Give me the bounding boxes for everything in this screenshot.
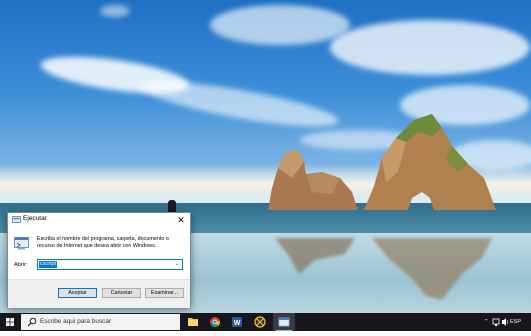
svg-text:W: W	[234, 320, 241, 327]
app-icon	[254, 316, 266, 328]
rock-arch	[364, 114, 496, 210]
dialog-titlebar[interactable]: Ejecutar ✕	[8, 213, 190, 228]
word-icon: W	[232, 317, 242, 327]
tray-chevron-icon[interactable]: ⌃	[484, 313, 489, 331]
run-dialog: Ejecutar ✕ Escriba el nombre del program…	[7, 212, 191, 308]
chrome-icon	[210, 317, 221, 327]
windows-start-icon[interactable]	[0, 313, 20, 331]
taskbar: Escribe aquí para buscar W ⌃ ESP	[0, 313, 531, 331]
dialog-body: Escriba el nombre del programa, carpeta,…	[8, 228, 190, 279]
dialog-description: Escriba el nombre del programa, carpeta,…	[37, 236, 169, 249]
rock-arch-reflection	[372, 238, 492, 300]
ok-button[interactable]: Aceptar	[58, 288, 97, 298]
run-app-icon	[278, 317, 290, 327]
rock-small	[268, 150, 358, 210]
volume-icon[interactable]	[501, 313, 509, 331]
folder-icon	[188, 318, 198, 326]
open-input-value[interactable]: cscript	[39, 261, 58, 268]
close-button[interactable]: ✕	[174, 214, 188, 226]
search-icon	[27, 317, 37, 327]
run-program-icon	[14, 237, 29, 250]
taskbar-word[interactable]: W	[226, 313, 248, 331]
open-input[interactable]: cscript ⌄	[37, 259, 183, 270]
network-icon[interactable]	[492, 313, 500, 331]
taskbar-file-explorer[interactable]	[182, 313, 204, 331]
taskbar-chrome[interactable]	[204, 313, 226, 331]
person-silhouette	[168, 200, 176, 212]
cancel-button[interactable]: Cancelar	[102, 288, 141, 298]
dialog-footer: Aceptar Cancelar Examinar...	[8, 279, 190, 308]
search-placeholder: Escribe aquí para buscar	[40, 318, 112, 325]
language-indicator[interactable]: ESP	[510, 313, 521, 331]
chevron-down-icon[interactable]: ⌄	[173, 260, 181, 269]
taskbar-app[interactable]	[249, 313, 271, 331]
open-label: Abrir:	[14, 262, 28, 268]
browse-button[interactable]: Examinar...	[145, 288, 184, 298]
taskbar-search-box[interactable]: Escribe aquí para buscar	[21, 314, 180, 330]
dialog-title: Ejecutar	[23, 215, 47, 222]
run-icon	[12, 216, 21, 223]
taskbar-run[interactable]	[273, 313, 295, 331]
rock-small-reflection	[275, 238, 355, 274]
